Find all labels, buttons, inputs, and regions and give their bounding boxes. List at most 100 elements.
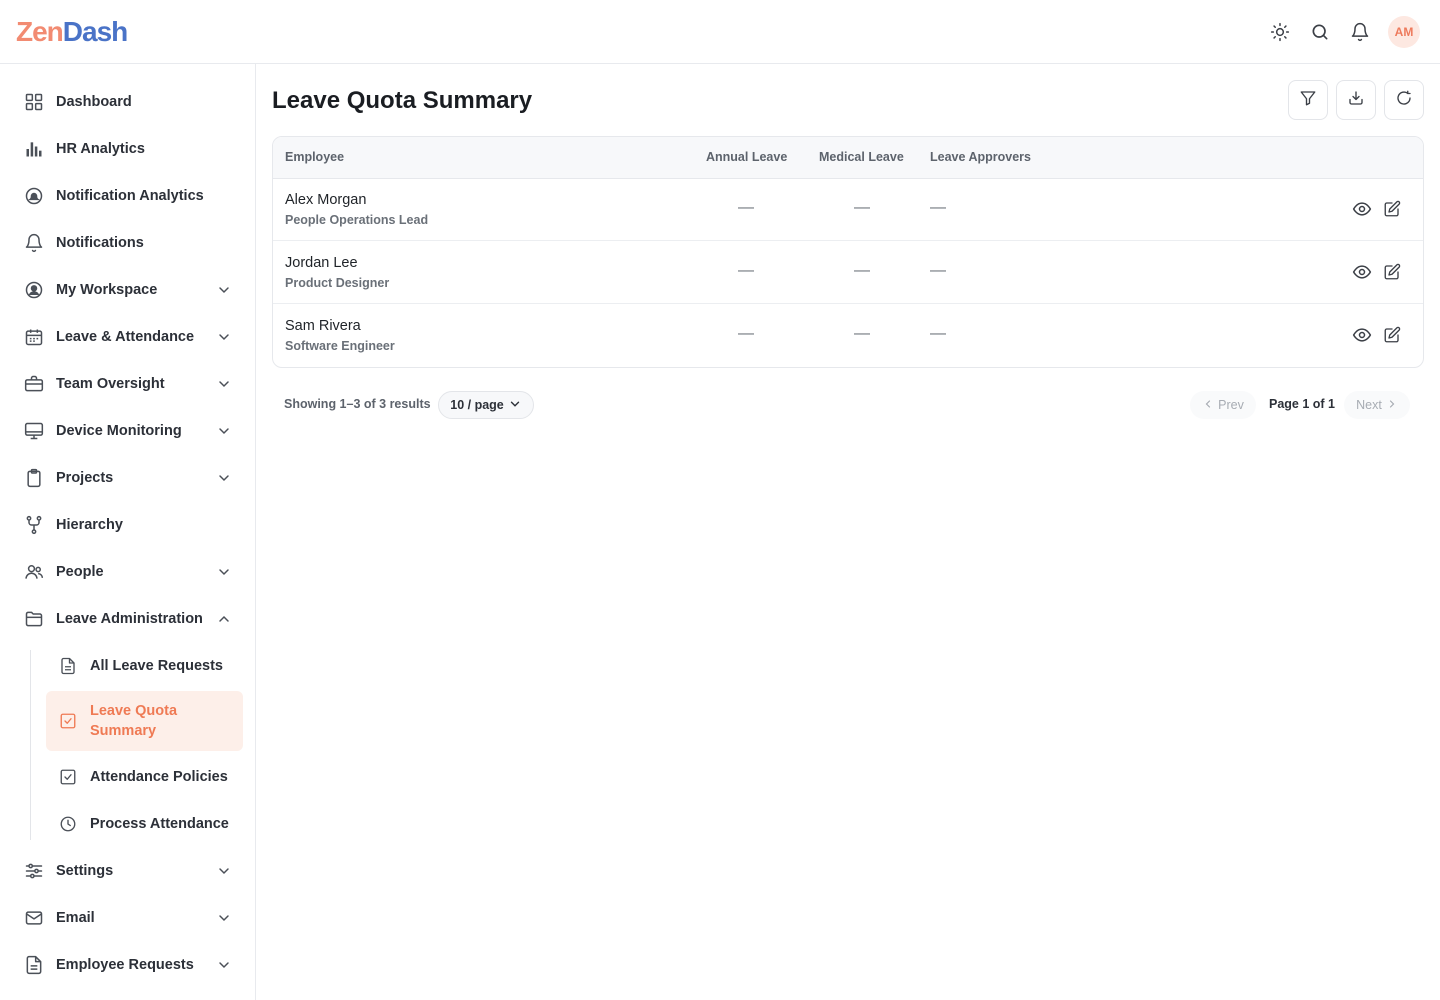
- sidebar-subitem-all-leave-requests[interactable]: All Leave Requests: [46, 646, 243, 686]
- folder-icon: [24, 609, 44, 629]
- chevron-down-icon[interactable]: [216, 282, 232, 298]
- eye-icon[interactable]: [1352, 262, 1372, 282]
- filter-button[interactable]: [1288, 80, 1328, 120]
- annual-leave-value: —: [738, 325, 754, 342]
- user-avatar[interactable]: AM: [1388, 16, 1420, 48]
- sidebar-item-label: Device Monitoring: [56, 423, 182, 439]
- page-title: Leave Quota Summary: [272, 87, 533, 114]
- subnav-divider: [30, 650, 31, 840]
- people-icon: [24, 562, 44, 582]
- bar-chart-icon: [24, 139, 44, 159]
- download-icon: [1347, 89, 1365, 112]
- edit-icon[interactable]: [1382, 199, 1402, 219]
- eye-icon[interactable]: [1352, 199, 1372, 219]
- sun-icon[interactable]: [1262, 16, 1298, 48]
- table-row: Jordan Lee Product Designer — — —: [273, 241, 1423, 304]
- calendar-icon: [24, 327, 44, 347]
- sidebar-item-dashboard[interactable]: Dashboard: [16, 82, 240, 122]
- prev-page-button[interactable]: Prev: [1190, 391, 1256, 419]
- results-info: Showing 1–3 of 3 results: [284, 397, 431, 411]
- check-square-icon: [58, 711, 78, 731]
- sidebar-item-label: Email: [56, 910, 95, 926]
- medical-leave-value: —: [854, 199, 870, 216]
- chevron-down-icon[interactable]: [216, 863, 232, 879]
- sidebar-item-device-monitoring[interactable]: Device Monitoring: [16, 411, 240, 451]
- sidebar-item-email[interactable]: Email: [16, 898, 240, 938]
- sidebar-item-employee-requests[interactable]: Employee Requests: [16, 945, 240, 985]
- sidebar-item-label: My Workspace: [56, 282, 158, 298]
- column-header-leave-approvers[interactable]: Leave Approvers: [930, 150, 1031, 164]
- column-header-employee[interactable]: Employee: [285, 150, 344, 164]
- sidebar-item-label: Team Oversight: [56, 376, 165, 392]
- sidebar-item-label: Projects: [56, 470, 114, 486]
- sidebar-item-notifications[interactable]: Notifications: [16, 223, 240, 263]
- bell-icon[interactable]: [1342, 16, 1378, 48]
- user-circle-icon: [24, 280, 44, 300]
- sidebar-item-people[interactable]: People: [16, 552, 240, 592]
- eye-icon[interactable]: [1352, 325, 1372, 345]
- logo-text-dash: Dash: [62, 16, 128, 47]
- chevron-down-icon[interactable]: [216, 957, 232, 973]
- briefcase-icon: [24, 374, 44, 394]
- filter-icon: [1299, 89, 1317, 112]
- medical-leave-value: —: [854, 325, 870, 342]
- sidebar-item-leave-attendance[interactable]: Leave & Attendance: [16, 317, 240, 357]
- grid-icon: [24, 92, 44, 112]
- sidebar-item-label: Settings: [56, 863, 114, 879]
- chevron-down-icon[interactable]: [216, 376, 232, 392]
- employee-role: People Operations Lead: [285, 213, 429, 227]
- page-indicator: Page 1 of 1: [1269, 397, 1335, 411]
- sidebar-subitem-label: All Leave Requests: [90, 658, 223, 674]
- column-header-medical-leave[interactable]: Medical Leave: [819, 150, 904, 164]
- annual-leave-value: —: [738, 262, 754, 279]
- page-size-label: 10 / page: [450, 398, 504, 412]
- table-row: Alex Morgan People Operations Lead — — —: [273, 178, 1423, 241]
- employee-name: Alex Morgan: [285, 192, 367, 208]
- chevron-up-icon[interactable]: [216, 611, 232, 627]
- sidebar-item-label: Employee Requests: [56, 957, 194, 973]
- chevron-down-icon: [508, 397, 522, 414]
- sidebar-item-label: Leave Administration: [56, 611, 203, 627]
- sidebar-item-hierarchy[interactable]: Hierarchy: [16, 505, 240, 545]
- sidebar-item-team-oversight[interactable]: Team Oversight: [16, 364, 240, 404]
- sidebar-item-leave-administration[interactable]: Leave Administration: [16, 599, 240, 639]
- leave-approvers-value: —: [930, 325, 946, 342]
- edit-icon[interactable]: [1382, 325, 1402, 345]
- employee-role: Software Engineer: [285, 339, 395, 353]
- sidebar-item-notification-analytics[interactable]: Notification Analytics: [16, 176, 240, 216]
- sidebar-item-settings[interactable]: Settings: [16, 851, 240, 891]
- employee-role: Product Designer: [285, 276, 390, 290]
- sidebar-item-my-workspace[interactable]: My Workspace: [16, 270, 240, 310]
- page-size-select[interactable]: 10 / page: [438, 391, 534, 419]
- sidebar-item-hr-analytics[interactable]: HR Analytics: [16, 129, 240, 169]
- sidebar: Dashboard HR Analytics Notification Anal…: [0, 64, 256, 1000]
- document-icon: [24, 955, 44, 975]
- table-header: Employee Annual Leave Medical Leave Leav…: [273, 137, 1423, 179]
- column-header-annual-leave[interactable]: Annual Leave: [706, 150, 787, 164]
- sidebar-item-label: Leave & Attendance: [56, 329, 195, 345]
- app-logo[interactable]: ZenDash: [16, 14, 128, 50]
- download-button[interactable]: [1336, 80, 1376, 120]
- search-icon[interactable]: [1302, 16, 1338, 48]
- chevron-down-icon[interactable]: [216, 470, 232, 486]
- employee-name: Jordan Lee: [285, 255, 358, 271]
- logo-text-zen: Zen: [16, 16, 64, 47]
- sidebar-item-label: Hierarchy: [56, 517, 123, 533]
- edit-icon[interactable]: [1382, 262, 1402, 282]
- document-icon: [58, 656, 78, 676]
- refresh-icon: [1395, 89, 1413, 112]
- sidebar-item-label: HR Analytics: [56, 141, 145, 157]
- refresh-button[interactable]: [1384, 80, 1424, 120]
- sidebar-item-label: Notification Analytics: [56, 188, 204, 204]
- chevron-down-icon[interactable]: [216, 564, 232, 580]
- sidebar-item-projects[interactable]: Projects: [16, 458, 240, 498]
- chevron-down-icon[interactable]: [216, 423, 232, 439]
- leave-approvers-value: —: [930, 262, 946, 279]
- sidebar-subitem-process-attendance[interactable]: Process Attendance: [46, 804, 243, 844]
- sidebar-subitem-leave-quota-summary[interactable]: Leave Quota Summary: [46, 691, 243, 751]
- next-page-button[interactable]: Next: [1344, 391, 1410, 419]
- chevron-down-icon[interactable]: [216, 329, 232, 345]
- sidebar-subitem-attendance-policies[interactable]: Attendance Policies: [46, 757, 243, 797]
- chevron-down-icon[interactable]: [216, 910, 232, 926]
- mail-icon: [24, 908, 44, 928]
